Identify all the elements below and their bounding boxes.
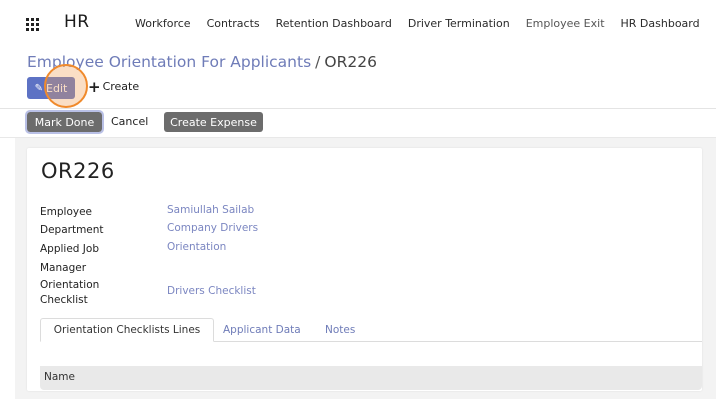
create-button-label: Create xyxy=(102,80,140,93)
form-sheet xyxy=(27,148,702,391)
tab-applicant-data[interactable]: Applicant Data xyxy=(223,318,301,342)
menu-item-hr-dashboard[interactable]: HR Dashboard xyxy=(621,17,700,30)
table-header: Name xyxy=(40,366,702,390)
edit-button-label: Edit xyxy=(46,81,68,95)
menu-item-contracts[interactable]: Contracts xyxy=(207,17,260,30)
record-title: OR226 xyxy=(41,159,115,183)
create-expense-button[interactable]: Create Expense xyxy=(164,112,263,132)
pencil-icon: ✎ xyxy=(34,82,44,94)
field-label-manager: Manager xyxy=(40,262,87,274)
breadcrumb: Employee Orientation For Applicants / OR22… xyxy=(27,53,377,71)
breadcrumb-current: OR226 xyxy=(324,53,377,71)
field-label-orientation-checklist: Orientation Checklist xyxy=(40,279,100,306)
field-value-orientation-checklist[interactable]: Drivers Checklist xyxy=(167,285,256,297)
divider xyxy=(0,108,716,109)
mark-done-button[interactable]: Mark Done xyxy=(25,110,104,134)
app-brand[interactable]: HR xyxy=(64,12,90,32)
field-label-department: Department xyxy=(40,224,104,236)
tab-notes[interactable]: Notes xyxy=(325,318,355,342)
column-header-name[interactable]: Name xyxy=(44,371,75,383)
cancel-button[interactable]: Cancel xyxy=(111,115,148,128)
edit-button[interactable]: ✎ Edit xyxy=(27,77,75,99)
menu-item-workforce[interactable]: Workforce xyxy=(135,17,191,30)
field-value-employee[interactable]: Samiullah Sailab xyxy=(167,204,254,216)
breadcrumb-separator: / xyxy=(315,53,321,71)
breadcrumb-parent-link[interactable]: Employee Orientation For Applicants xyxy=(27,53,311,71)
menu-item-driver-termination[interactable]: Driver Termination xyxy=(408,17,510,30)
field-label-applied-job: Applied Job xyxy=(40,243,99,255)
top-menu: Workforce Contracts Retention Dashboard … xyxy=(135,17,716,30)
plus-icon: + xyxy=(88,77,101,96)
menu-item-retention-dashboard[interactable]: Retention Dashboard xyxy=(276,17,392,30)
menu-item-employee-exit[interactable]: Employee Exit xyxy=(526,17,605,30)
field-value-department[interactable]: Company Drivers xyxy=(167,222,258,234)
field-label-employee: Employee xyxy=(40,206,93,218)
tab-orientation-checklists-lines[interactable]: Orientation Checklists Lines xyxy=(40,318,214,342)
create-button[interactable]: + Create xyxy=(88,77,140,96)
field-value-applied-job[interactable]: Orientation xyxy=(167,241,226,253)
apps-grid-icon[interactable] xyxy=(26,18,39,31)
top-navbar: HR Workforce Contracts Retention Dashboa… xyxy=(0,0,716,48)
